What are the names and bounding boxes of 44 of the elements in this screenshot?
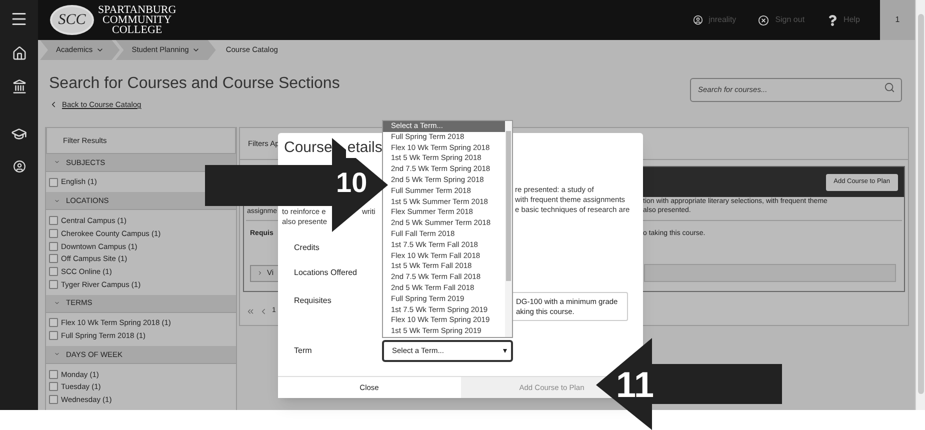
caret-icon	[503, 349, 507, 353]
checkbox[interactable]	[49, 280, 58, 289]
checkbox[interactable]	[49, 216, 58, 226]
checkbox[interactable]	[49, 370, 58, 379]
notification-count[interactable]: 1	[880, 0, 915, 40]
user-icon	[692, 15, 703, 25]
field-label: Locations Offered	[294, 268, 358, 277]
dialog-title: Course	[284, 138, 332, 158]
home-icon[interactable]	[12, 46, 26, 61]
bank-icon[interactable]	[12, 79, 26, 94]
logo-mark: SCC	[50, 5, 94, 35]
checkbox[interactable]	[49, 395, 58, 404]
previous-page-icon[interactable]	[259, 306, 268, 316]
logo-text: SPARTANBURG	[98, 5, 176, 15]
checkbox[interactable]	[49, 267, 58, 276]
checkbox[interactable]	[49, 331, 58, 340]
checkbox[interactable]	[49, 318, 58, 328]
close-icon	[758, 14, 770, 26]
field-label: Credits	[294, 243, 320, 252]
scrollbar[interactable]	[915, 0, 925, 410]
caret-icon	[257, 270, 263, 276]
step-number: 10	[336, 169, 368, 197]
caret-icon	[96, 46, 104, 54]
page-title: Search for Courses and Course Sections	[49, 74, 340, 94]
user-icon[interactable]	[12, 160, 26, 173]
search-icon	[884, 82, 895, 93]
graduation-cap-icon[interactable]	[11, 126, 27, 142]
checkbox[interactable]	[49, 228, 58, 238]
logo-text: COMMUNITY	[102, 15, 172, 25]
checkbox[interactable]	[49, 382, 58, 392]
logo-text: COLLEGE	[112, 25, 162, 35]
scrollbar[interactable]	[505, 121, 512, 337]
field-label: Requisites	[294, 296, 332, 305]
step-number: 11	[616, 367, 654, 403]
checkbox[interactable]	[49, 178, 58, 187]
back-icon	[49, 100, 58, 110]
dialog-title: etails	[346, 138, 382, 158]
field-label: Term	[294, 346, 312, 355]
first-page-icon[interactable]	[246, 306, 255, 316]
checkbox[interactable]	[49, 242, 58, 251]
menu-icon[interactable]	[10, 10, 28, 28]
caret-icon	[192, 46, 200, 54]
checkbox[interactable]	[49, 254, 58, 264]
help-icon	[826, 14, 838, 26]
